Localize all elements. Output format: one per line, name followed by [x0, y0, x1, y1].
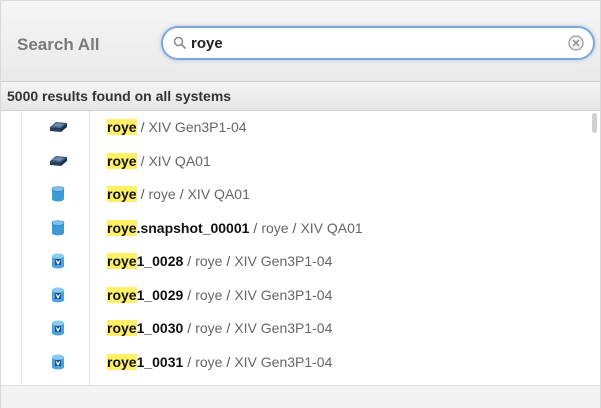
match-highlight: roye: [107, 220, 137, 236]
result-label: roye.snapshot_00001/roye / XIV QA01: [107, 220, 363, 236]
panel-footer: [1, 385, 600, 408]
result-label: roye / XIV QA01: [107, 153, 211, 169]
system-icon: [47, 116, 69, 138]
result-name: roye1_0031: [107, 354, 183, 370]
result-name-suffix: 1_0028: [136, 253, 184, 269]
path-separator: /: [226, 253, 231, 269]
path-separator: /: [226, 287, 231, 303]
search-input[interactable]: [191, 33, 531, 53]
volume-icon: [47, 351, 69, 373]
result-path-segment: XIV Gen3P1-04: [234, 320, 333, 336]
result-row[interactable]: roye / roye / XIV QA01: [1, 178, 600, 211]
result-path-segment: roye: [195, 287, 223, 303]
search-field[interactable]: [161, 26, 595, 60]
scrollbar-thumb[interactable]: [592, 113, 597, 133]
system-icon: [47, 150, 69, 172]
path-separator: /: [187, 320, 192, 336]
result-path-segment: XIV QA01: [300, 220, 363, 236]
match-highlight: roye: [107, 119, 137, 135]
result-name: roye1_0028: [107, 253, 183, 269]
result-label: roye / roye / XIV QA01: [107, 186, 250, 202]
result-row[interactable]: roye / XIV QA01: [1, 145, 600, 178]
path-separator: /: [187, 287, 192, 303]
result-name-suffix: 1_0031: [136, 354, 184, 370]
result-path-segment: roye: [195, 253, 223, 269]
result-path-segment: XIV QA01: [187, 186, 250, 202]
path-separator: /: [140, 119, 145, 135]
path-separator: /: [253, 220, 258, 236]
volume-icon: [47, 284, 69, 306]
result-name: roye: [107, 153, 137, 169]
result-row[interactable]: roye / XIV Gen3P1-04: [1, 111, 600, 144]
pool-icon: [47, 183, 69, 205]
search-bar: Search All: [1, 1, 600, 82]
search-panel: Search All 5000 results found on all sys…: [0, 0, 601, 408]
path-separator: /: [179, 186, 184, 202]
path-separator: /: [140, 153, 145, 169]
result-name: roye1_0030: [107, 320, 183, 336]
path-separator: /: [140, 186, 145, 202]
match-highlight: roye: [107, 320, 137, 336]
result-name: roye1_0029: [107, 287, 183, 303]
result-path-segment: XIV QA01: [148, 153, 211, 169]
results-header: 5000 results found on all systems: [1, 82, 600, 111]
result-name-suffix: 1_0030: [136, 320, 184, 336]
result-row[interactable]: roye1_0028/roye / XIV Gen3P1-04: [1, 245, 600, 278]
result-path-segment: XIV Gen3P1-04: [234, 354, 333, 370]
result-row[interactable]: roye1_0030/roye / XIV Gen3P1-04: [1, 312, 600, 345]
result-name-suffix: .snapshot_00001: [136, 220, 250, 236]
path-separator: /: [292, 220, 297, 236]
result-path-segment: roye: [195, 320, 223, 336]
result-row[interactable]: roye1_0031/roye / XIV Gen3P1-04: [1, 346, 600, 379]
result-name: roye: [107, 186, 137, 202]
result-label: roye1_0030/roye / XIV Gen3P1-04: [107, 320, 332, 336]
result-row[interactable]: roye.snapshot_00001/roye / XIV QA01: [1, 212, 600, 245]
pool-icon: [47, 217, 69, 239]
result-name: roye.snapshot_00001: [107, 220, 249, 236]
result-name-suffix: 1_0029: [136, 287, 184, 303]
clear-search-icon[interactable]: [567, 34, 585, 52]
volume-icon: [47, 250, 69, 272]
match-highlight: roye: [107, 186, 137, 202]
result-path-segment: roye: [148, 186, 176, 202]
path-separator: /: [226, 354, 231, 370]
match-highlight: roye: [107, 287, 137, 303]
result-path-segment: XIV Gen3P1-04: [234, 287, 333, 303]
search-scope-label: Search All: [17, 35, 100, 54]
results-list: roye / XIV Gen3P1-04 roye / XIV QA01 roye / roye…: [1, 111, 600, 385]
result-path-segment: roye: [261, 220, 289, 236]
path-separator: /: [187, 253, 192, 269]
result-label: roye1_0028/roye / XIV Gen3P1-04: [107, 253, 332, 269]
path-separator: /: [226, 320, 231, 336]
result-path-segment: XIV Gen3P1-04: [148, 119, 247, 135]
result-row[interactable]: roye1_0029/roye / XIV Gen3P1-04: [1, 279, 600, 312]
match-highlight: roye: [107, 354, 137, 370]
volume-icon: [47, 317, 69, 339]
result-path-segment: XIV Gen3P1-04: [234, 253, 333, 269]
path-separator: /: [187, 354, 192, 370]
match-highlight: roye: [107, 153, 137, 169]
result-name: roye: [107, 119, 137, 135]
result-label: roye / XIV Gen3P1-04: [107, 119, 247, 135]
result-path-segment: roye: [195, 354, 223, 370]
match-highlight: roye: [107, 253, 137, 269]
result-label: roye1_0031/roye / XIV Gen3P1-04: [107, 354, 332, 370]
results-count: 5000 results found on all systems: [7, 88, 232, 104]
result-label: roye1_0029/roye / XIV Gen3P1-04: [107, 287, 332, 303]
search-icon: [173, 36, 187, 50]
